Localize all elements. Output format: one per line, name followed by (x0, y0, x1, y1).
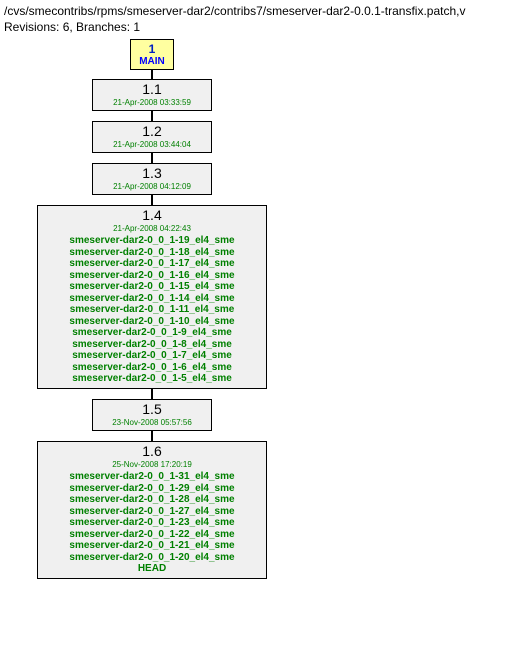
revision-date: 21-Apr-2008 04:12:09 (97, 183, 207, 192)
revision-tag: smeserver-dar2-0_0_1-23_el4_sme (42, 517, 262, 529)
revision-number: 1.4 (42, 208, 262, 223)
branch-number: 1 (135, 42, 169, 56)
revision-number: 1.2 (97, 124, 207, 139)
revision-date: 23-Nov-2008 05:57:56 (97, 419, 207, 428)
revision-date: 21-Apr-2008 03:33:59 (97, 99, 207, 108)
connector-line (151, 389, 153, 399)
revision-number: 1.3 (97, 166, 207, 181)
revision-tag: HEAD (42, 563, 262, 575)
revision-tags: smeserver-dar2-0_0_1-19_el4_smesmeserver… (42, 235, 262, 385)
revision-tag: smeserver-dar2-0_0_1-22_el4_sme (42, 529, 262, 541)
revision-tag: smeserver-dar2-0_0_1-6_el4_sme (42, 362, 262, 374)
revision-tag: smeserver-dar2-0_0_1-14_el4_sme (42, 293, 262, 305)
connector-line (151, 111, 153, 121)
revision-tag: smeserver-dar2-0_0_1-29_el4_sme (42, 483, 262, 495)
revision-tags: smeserver-dar2-0_0_1-31_el4_smesmeserver… (42, 471, 262, 575)
revision-tag: smeserver-dar2-0_0_1-27_el4_sme (42, 506, 262, 518)
revision-tag: smeserver-dar2-0_0_1-9_el4_sme (42, 327, 262, 339)
connector-line (151, 431, 153, 441)
branch-head[interactable]: 1MAIN (130, 39, 174, 70)
revision-tag: smeserver-dar2-0_0_1-11_el4_sme (42, 304, 262, 316)
revision-box[interactable]: 1.3 21-Apr-2008 04:12:09 (92, 163, 212, 195)
revision-number: 1.5 (97, 402, 207, 417)
revision-box[interactable]: 1.2 21-Apr-2008 03:44:04 (92, 121, 212, 153)
revision-graph: 1MAIN 1.1 21-Apr-2008 03:33:59 1.2 21-Apr-20… (4, 39, 520, 589)
revision-tag: smeserver-dar2-0_0_1-16_el4_sme (42, 270, 262, 282)
revision-date: 21-Apr-2008 04:22:43 (42, 225, 262, 234)
revisions-meta: Revisions: 6, Branches: 1 (4, 20, 140, 34)
header: /cvs/smecontribs/rpms/smeserver-dar2/con… (4, 4, 524, 35)
revision-date: 21-Apr-2008 03:44:04 (97, 141, 207, 150)
revision-tag: smeserver-dar2-0_0_1-17_el4_sme (42, 258, 262, 270)
branch-label: MAIN (135, 56, 169, 67)
revision-tag: smeserver-dar2-0_0_1-7_el4_sme (42, 350, 262, 362)
revision-number: 1.6 (42, 444, 262, 459)
revision-box[interactable]: 1.421-Apr-2008 04:22:43smeserver-dar2-0_… (37, 205, 267, 389)
revision-tag: smeserver-dar2-0_0_1-8_el4_sme (42, 339, 262, 351)
revision-tag: smeserver-dar2-0_0_1-20_el4_sme (42, 552, 262, 564)
revision-box[interactable]: 1.5 23-Nov-2008 05:57:56 (92, 399, 212, 431)
revision-box[interactable]: 1.625-Nov-2008 17:20:19smeserver-dar2-0_… (37, 441, 267, 579)
revision-box[interactable]: 1.1 21-Apr-2008 03:33:59 (92, 79, 212, 111)
connector-line (151, 195, 153, 205)
revision-number: 1.1 (97, 82, 207, 97)
revision-tag: smeserver-dar2-0_0_1-5_el4_sme (42, 373, 262, 385)
revision-tag: smeserver-dar2-0_0_1-28_el4_sme (42, 494, 262, 506)
revision-tag: smeserver-dar2-0_0_1-18_el4_sme (42, 247, 262, 259)
connector-line (151, 153, 153, 163)
revision-tag: smeserver-dar2-0_0_1-10_el4_sme (42, 316, 262, 328)
revision-tag: smeserver-dar2-0_0_1-21_el4_sme (42, 540, 262, 552)
connector-line (151, 69, 153, 79)
revision-tag: smeserver-dar2-0_0_1-15_el4_sme (42, 281, 262, 293)
revision-date: 25-Nov-2008 17:20:19 (42, 461, 262, 470)
revision-tag: smeserver-dar2-0_0_1-31_el4_sme (42, 471, 262, 483)
file-path: /cvs/smecontribs/rpms/smeserver-dar2/con… (4, 4, 465, 18)
revision-tag: smeserver-dar2-0_0_1-19_el4_sme (42, 235, 262, 247)
